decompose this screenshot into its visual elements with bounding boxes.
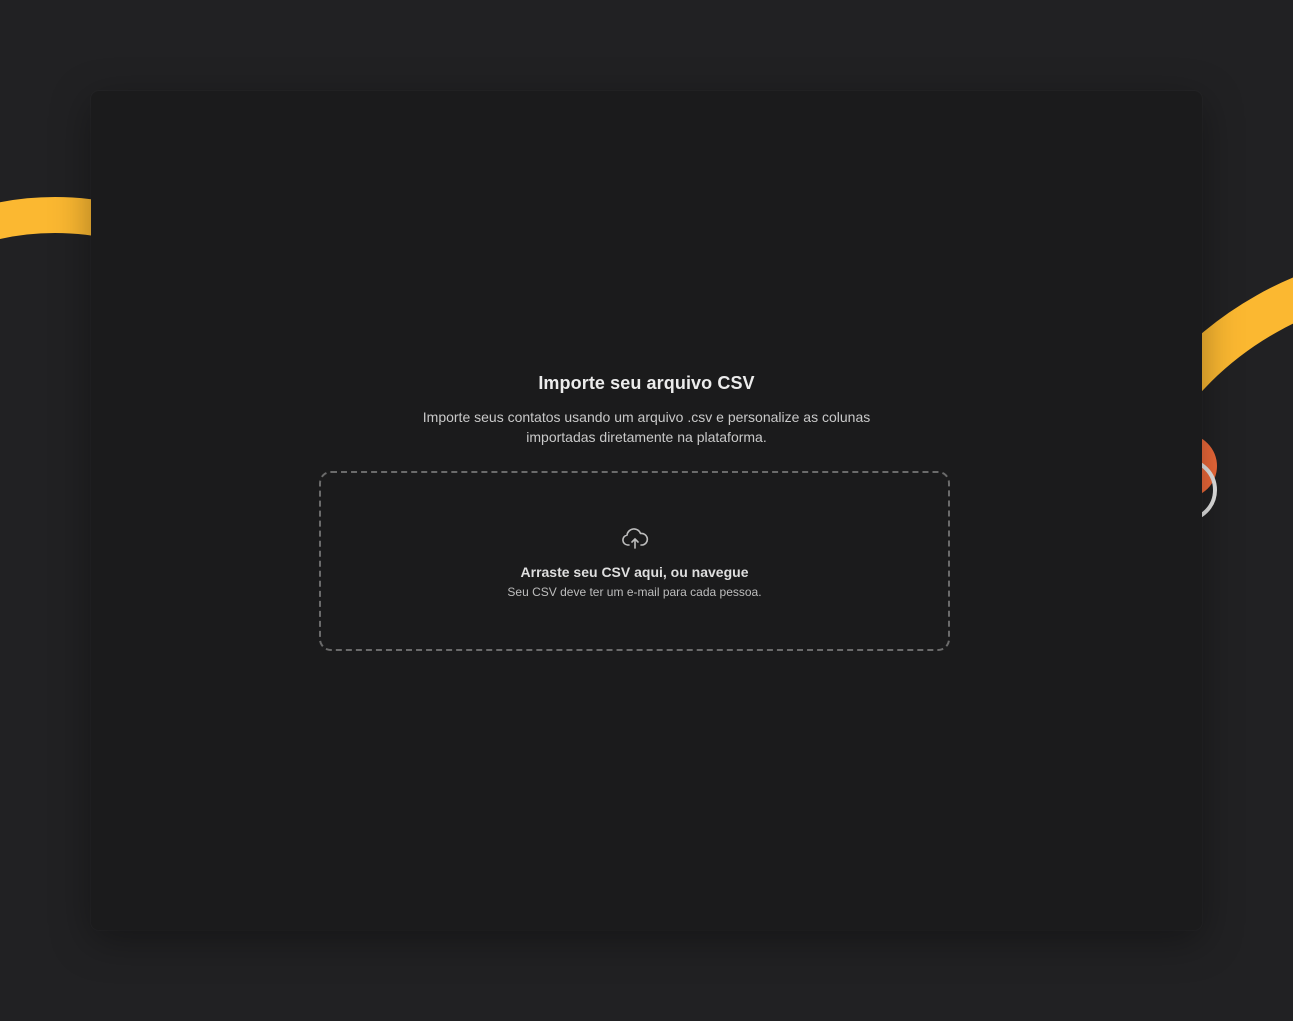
- modal-content: Importe seu arquivo CSV Importe seus con…: [91, 91, 1202, 930]
- page-description: Importe seus contatos usando um arquivo …: [422, 409, 871, 445]
- dropzone-title: Arraste seu CSV aqui, ou navegue: [520, 564, 749, 580]
- page-background: Importe seu arquivo CSV Importe seus con…: [0, 0, 1293, 1021]
- cloud-upload-icon: [621, 528, 648, 549]
- csv-dropzone[interactable]: Arraste seu CSV aqui, ou navegue Seu CSV…: [319, 471, 950, 651]
- import-csv-modal: Importe seu arquivo CSV Importe seus con…: [91, 91, 1202, 930]
- dropzone-hint: Seu CSV deve ter um e-mail para cada pes…: [507, 585, 762, 599]
- page-title: Importe seu arquivo CSV: [538, 373, 755, 393]
